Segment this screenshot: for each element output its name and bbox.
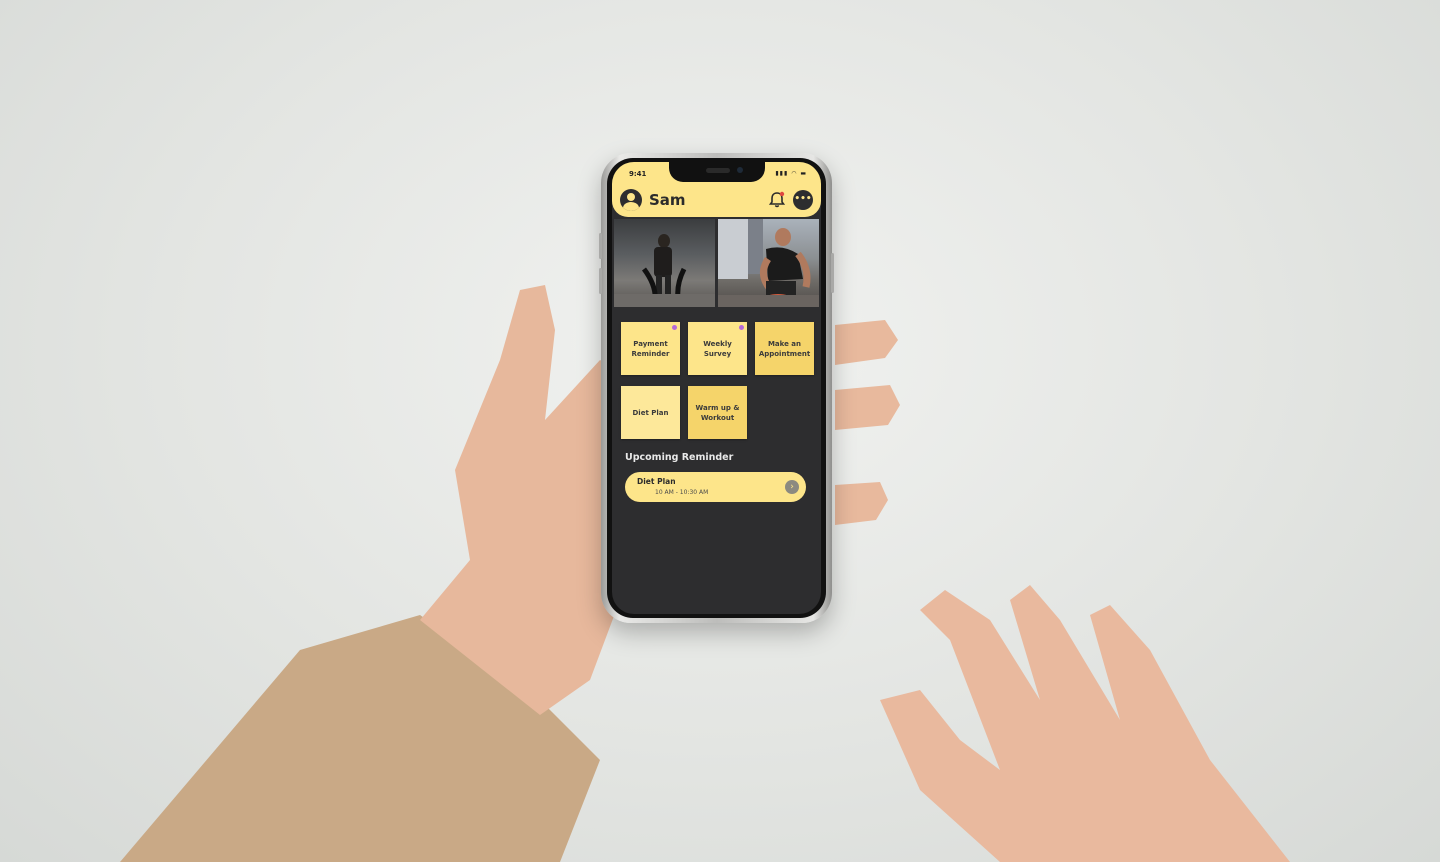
phone-side-button <box>599 233 602 259</box>
tile-make-appointment[interactable]: Make an Appointment <box>755 322 814 375</box>
tile-label: Warm up & Workout <box>695 403 740 422</box>
tile-warm-up-workout[interactable]: Warm up & Workout <box>688 386 747 439</box>
chevron-right-icon[interactable]: › <box>785 480 799 494</box>
front-camera <box>737 167 743 173</box>
phone-power-button <box>831 253 834 293</box>
reminder-title: Diet Plan <box>637 477 676 486</box>
battle-ropes-figure <box>614 234 715 307</box>
tile-weekly-survey[interactable]: Weekly Survey <box>688 322 747 375</box>
left-fingers <box>835 320 900 525</box>
bell-icon[interactable] <box>767 190 787 210</box>
notification-dot <box>672 325 677 330</box>
phone-bezel: 9:41 ▮▮▮ ◠ ▬ Sam ••• Payment Reminder We… <box>607 158 826 618</box>
username: Sam <box>649 191 686 209</box>
tile-label: Weekly Survey <box>703 339 732 358</box>
right-hand <box>880 585 1290 862</box>
tile-payment-reminder[interactable]: Payment Reminder <box>621 322 680 375</box>
tile-label: Diet Plan <box>632 408 669 417</box>
app-screen: 9:41 ▮▮▮ ◠ ▬ Sam ••• Payment Reminder We… <box>612 162 821 614</box>
chat-icon[interactable]: ••• <box>793 190 813 210</box>
status-time: 9:41 <box>629 170 647 178</box>
fitness-photo-2[interactable] <box>718 219 819 307</box>
tile-label: Payment Reminder <box>631 339 670 358</box>
tile-label: Make an Appointment <box>758 339 811 358</box>
scene-background: 9:41 ▮▮▮ ◠ ▬ Sam ••• Payment Reminder We… <box>0 0 1440 862</box>
fitness-photo-1[interactable] <box>614 219 715 307</box>
phone-side-button <box>599 268 602 294</box>
tile-diet-plan[interactable]: Diet Plan <box>621 386 680 439</box>
status-icons: ▮▮▮ ◠ ▬ <box>775 170 807 177</box>
upcoming-reminder-title: Upcoming Reminder <box>625 452 734 463</box>
avatar-head <box>627 193 635 201</box>
avatar-icon[interactable] <box>620 189 642 211</box>
speaker-grille <box>706 168 730 173</box>
phone-device: 9:41 ▮▮▮ ◠ ▬ Sam ••• Payment Reminder We… <box>599 153 834 623</box>
avatar-body <box>623 202 639 211</box>
lacing-shoes-figure <box>718 219 819 307</box>
reminder-time: 10 AM - 10:30 AM <box>655 489 709 496</box>
photo-banner <box>614 219 819 307</box>
phone-notch <box>669 162 765 182</box>
reminder-card[interactable]: Diet Plan 10 AM - 10:30 AM › <box>625 472 806 502</box>
notification-dot <box>739 325 744 330</box>
